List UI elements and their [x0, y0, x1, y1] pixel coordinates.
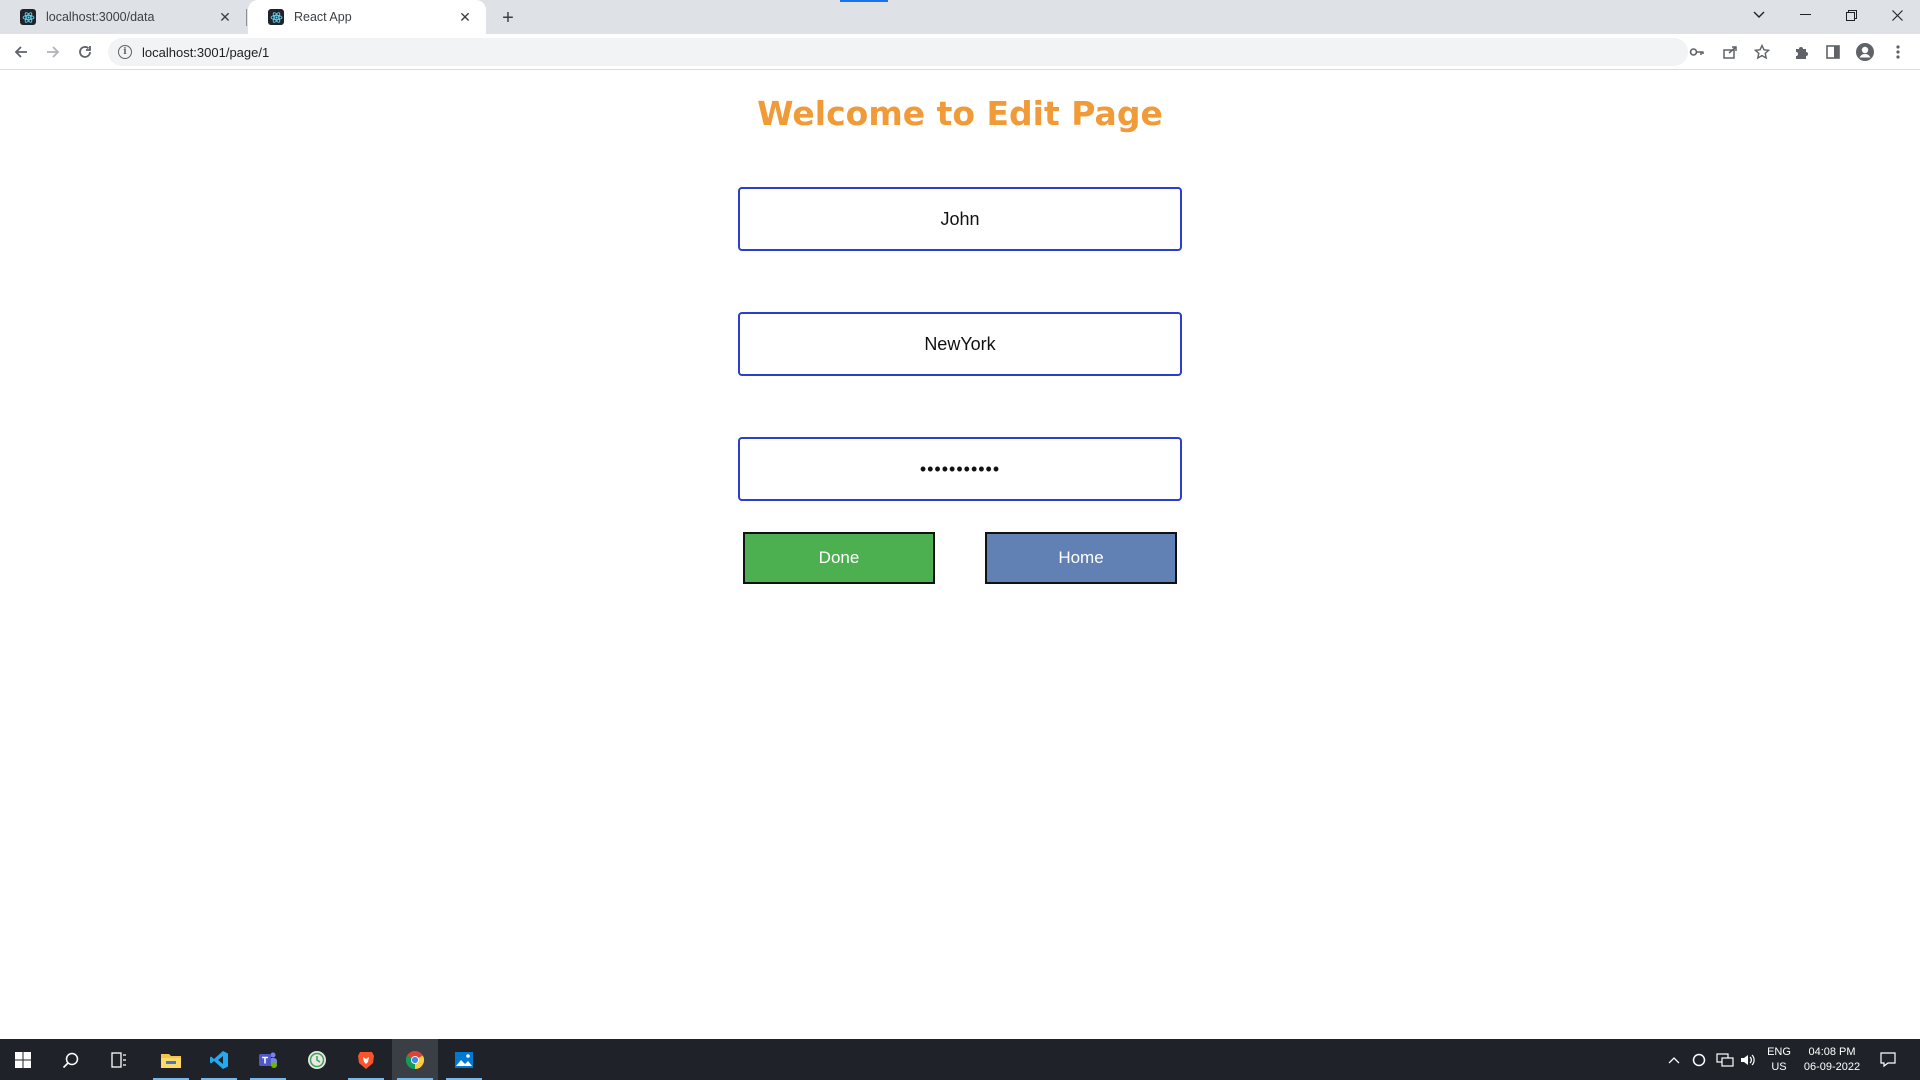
kebab-menu-icon[interactable]	[1884, 38, 1912, 66]
back-arrow-icon[interactable]	[7, 38, 35, 66]
file-explorer-icon[interactable]	[148, 1039, 194, 1080]
loading-indicator	[840, 0, 888, 2]
react-favicon-icon	[268, 9, 284, 25]
forward-arrow-icon[interactable]	[39, 38, 67, 66]
new-tab-button[interactable]: +	[496, 6, 520, 30]
tab-separator	[246, 9, 247, 26]
brave-browser-icon[interactable]	[343, 1039, 389, 1080]
vscode-icon[interactable]	[196, 1039, 242, 1080]
close-window-icon[interactable]	[1874, 0, 1920, 30]
tab-title: localhost:3000/data	[46, 10, 155, 24]
input-language-indicator[interactable]: ENG US	[1764, 1039, 1794, 1080]
profile-avatar-icon[interactable]	[1851, 38, 1879, 66]
page-content: Welcome to Edit Page ••••••••••• Done Ho…	[0, 71, 1920, 1039]
reload-icon[interactable]	[71, 38, 99, 66]
site-info-icon[interactable]: i	[118, 45, 132, 59]
password-input[interactable]: •••••••••••	[738, 437, 1182, 501]
page-title: Welcome to Edit Page	[757, 94, 1163, 133]
windows-taskbar: ENG US 04:08 PM 06-09-2022	[0, 1039, 1920, 1080]
tab-close-icon[interactable]: ✕	[456, 8, 474, 26]
extensions-puzzle-icon[interactable]	[1787, 38, 1815, 66]
network-icon[interactable]	[1716, 1039, 1734, 1080]
password-masked-value: •••••••••••	[919, 458, 1001, 479]
language-label: ENG	[1767, 1045, 1791, 1058]
task-view-icon[interactable]	[96, 1039, 142, 1080]
done-button[interactable]: Done	[743, 532, 935, 584]
sync-status-icon[interactable]	[1692, 1039, 1706, 1080]
url-text: localhost:3001/page/1	[142, 44, 270, 60]
tab-title: React App	[294, 10, 352, 24]
name-input[interactable]	[738, 187, 1182, 251]
key-icon[interactable]	[1683, 38, 1711, 66]
address-bar[interactable]: i localhost:3001/page/1	[108, 38, 1688, 66]
clock-time: 04:08 PM	[1808, 1045, 1856, 1058]
minimize-icon[interactable]	[1782, 0, 1828, 30]
tab-localhost-data[interactable]: localhost:3000/data ✕	[0, 0, 246, 34]
restore-icon[interactable]	[1828, 0, 1874, 30]
tab-close-icon[interactable]: ✕	[216, 8, 234, 26]
photos-app-icon[interactable]	[441, 1039, 487, 1080]
notifications-icon[interactable]	[1876, 1039, 1900, 1080]
tab-react-app[interactable]: React App ✕	[248, 0, 486, 34]
react-favicon-icon	[20, 9, 36, 25]
share-icon[interactable]	[1716, 38, 1744, 66]
windows-start-icon[interactable]	[0, 1039, 46, 1080]
search-icon[interactable]	[48, 1039, 94, 1080]
clock-date: 06-09-2022	[1803, 1060, 1861, 1073]
side-panel-icon[interactable]	[1819, 38, 1847, 66]
city-input[interactable]	[738, 312, 1182, 376]
show-hidden-icons-chevron-icon[interactable]	[1668, 1039, 1680, 1080]
volume-icon[interactable]	[1740, 1039, 1756, 1080]
teams-icon[interactable]	[245, 1039, 291, 1080]
bookmark-star-icon[interactable]	[1748, 38, 1776, 66]
tab-search-icon[interactable]	[1736, 0, 1782, 30]
home-button[interactable]: Home	[985, 532, 1177, 584]
chrome-icon[interactable]	[392, 1039, 438, 1080]
region-label: US	[1771, 1060, 1787, 1073]
clock-app-icon[interactable]	[294, 1039, 340, 1080]
browser-toolbar: i localhost:3001/page/1	[0, 34, 1920, 70]
browser-tab-strip: localhost:3000/data ✕ React App ✕ +	[0, 0, 1920, 34]
clock[interactable]: 04:08 PM 06-09-2022	[1800, 1039, 1864, 1080]
